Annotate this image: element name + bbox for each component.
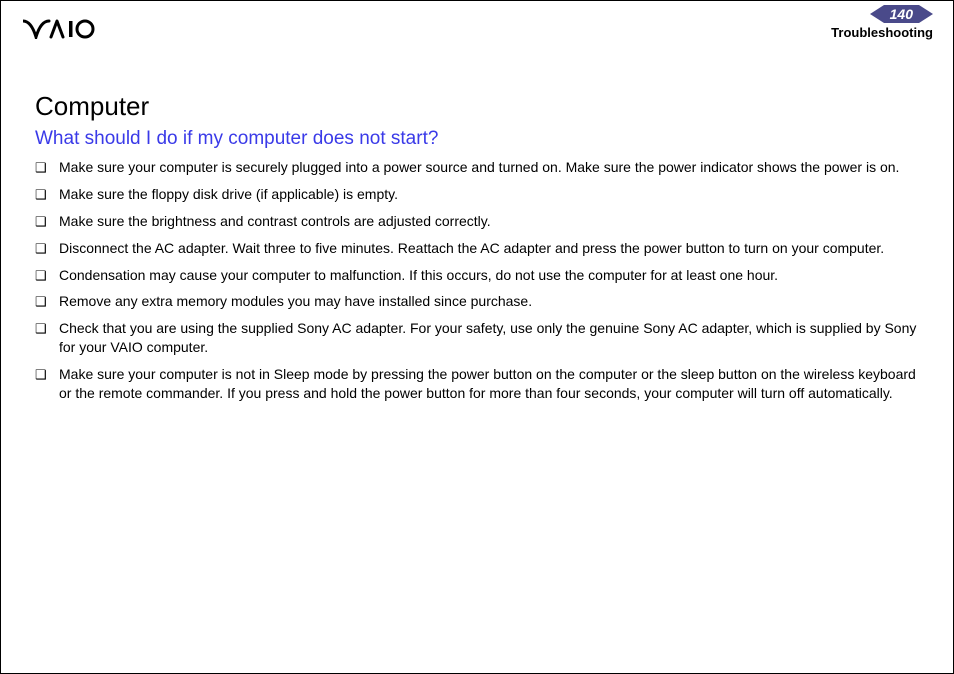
list-item: ❑Disconnect the AC adapter. Wait three t… — [35, 239, 919, 258]
section-heading-link[interactable]: Troubleshooting — [831, 25, 933, 40]
square-bullet-icon: ❑ — [35, 185, 59, 204]
page-content: Computer What should I do if my computer… — [1, 49, 953, 403]
list-item-text: Make sure your computer is securely plug… — [59, 158, 919, 177]
square-bullet-icon: ❑ — [35, 158, 59, 177]
square-bullet-icon: ❑ — [35, 212, 59, 231]
troubleshooting-list: ❑Make sure your computer is securely plu… — [35, 158, 919, 403]
list-item: ❑Make sure your computer is securely plu… — [35, 158, 919, 177]
page-header: 140 Troubleshooting — [1, 1, 953, 49]
square-bullet-icon: ❑ — [35, 292, 59, 311]
square-bullet-icon: ❑ — [35, 266, 59, 285]
list-item-text: Disconnect the AC adapter. Wait three to… — [59, 239, 919, 258]
square-bullet-icon: ❑ — [35, 319, 59, 338]
list-item-text: Condensation may cause your computer to … — [59, 266, 919, 285]
list-item-text: Check that you are using the supplied So… — [59, 319, 919, 357]
list-item-text: Remove any extra memory modules you may … — [59, 292, 919, 311]
vaio-logo-icon — [23, 19, 115, 39]
list-item: ❑Remove any extra memory modules you may… — [35, 292, 919, 311]
list-item: ❑Check that you are using the supplied S… — [35, 319, 919, 357]
list-item: ❑Make sure the brightness and contrast c… — [35, 212, 919, 231]
page-number: 140 — [884, 5, 919, 23]
list-item: ❑Condensation may cause your computer to… — [35, 266, 919, 285]
prev-page-icon[interactable] — [870, 5, 884, 23]
page-title: Computer — [35, 91, 919, 122]
list-item: ❑Make sure your computer is not in Sleep… — [35, 365, 919, 403]
document-page: 140 Troubleshooting Computer What should… — [0, 0, 954, 674]
list-item-text: Make sure your computer is not in Sleep … — [59, 365, 919, 403]
question-heading: What should I do if my computer does not… — [35, 128, 919, 150]
list-item-text: Make sure the brightness and contrast co… — [59, 212, 919, 231]
list-item: ❑Make sure the floppy disk drive (if app… — [35, 185, 919, 204]
square-bullet-icon: ❑ — [35, 365, 59, 384]
square-bullet-icon: ❑ — [35, 239, 59, 258]
list-item-text: Make sure the floppy disk drive (if appl… — [59, 185, 919, 204]
page-number-badge[interactable]: 140 — [870, 5, 933, 23]
next-page-icon[interactable] — [919, 5, 933, 23]
